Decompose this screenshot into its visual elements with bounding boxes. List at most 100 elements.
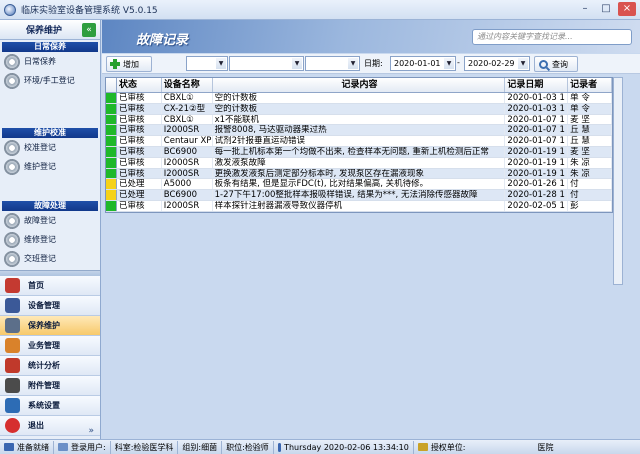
sidebar-item-shift-log[interactable]: 交班登记 (0, 249, 100, 268)
header-content[interactable]: 记录内容 (213, 78, 506, 92)
cell-user: 麦 坚 (568, 146, 612, 157)
nav-item-attachments[interactable]: 附件管理 (0, 376, 100, 396)
nav-item-maintenance[interactable]: 保养维护 (0, 316, 100, 336)
vertical-scrollbar[interactable] (613, 77, 623, 285)
cell-date: 2020-01-03 1 (505, 103, 569, 114)
window-controls: – □ × (576, 2, 636, 16)
maximize-icon[interactable]: □ (597, 2, 615, 16)
table-row[interactable]: 已审核 I2000SR 更换激发液泵后测定部分标本时, 发现泵区存在漏液现象 2020… (106, 168, 612, 180)
status-indicator (106, 136, 117, 146)
status-position-text: 职位:检验师 (226, 442, 269, 452)
cell-user: 朱 凉 (568, 168, 612, 179)
nav-label: 保养维护 (28, 321, 60, 330)
sidebar-item-daily-maintenance[interactable]: 日常保养 (0, 52, 100, 71)
add-button[interactable]: 增加 (106, 56, 152, 72)
status-dept: 科室:检验医学科 (111, 440, 179, 454)
sidebar-item-calibration-log[interactable]: 校准登记 (0, 138, 100, 157)
date-from-picker[interactable]: 2020-01-01 ▼ (390, 56, 456, 71)
table-row[interactable]: 已审核 I2000SR 报警8008, 马达驱动器果过热 2020-01-07 1丘 … (106, 125, 612, 137)
date-to-picker[interactable]: 2020-02-29 ▼ (464, 56, 530, 71)
date-to-value: 2020-02-29 (468, 59, 515, 68)
status-group-text: 组别:细菌 (182, 442, 218, 452)
nav-label: 设备管理 (28, 301, 60, 310)
sidebar-item-fault-log[interactable]: 故障登记 (0, 211, 100, 230)
header-status[interactable]: 状态 (117, 78, 162, 92)
status-datetime-text: Thursday 2020-02-06 13:34:10 (284, 442, 409, 452)
status-dept-text: 科室:检验医学科 (114, 442, 174, 452)
computer-icon (4, 443, 14, 451)
nav-label: 首页 (28, 281, 44, 290)
section-title-calibration: 维护校准 (2, 128, 98, 138)
cell-device: BC6900 (162, 146, 213, 157)
header-user[interactable]: 记录者 (568, 78, 612, 92)
combo-value (306, 59, 309, 68)
sidebar-item-label: 故障登记 (24, 216, 56, 225)
status-group: 组别:细菌 (178, 440, 223, 454)
gear-icon (4, 212, 20, 229)
status-indicator (106, 114, 117, 125)
filter-combo-1[interactable]: ▼ (186, 56, 228, 71)
cell-content: 样本探针注射器漏液导致仪器停机 (213, 200, 506, 211)
section-title-fault: 故障处理 (2, 201, 98, 211)
nav-item-equipment[interactable]: 设备管理 (0, 296, 100, 316)
status-indicator (106, 157, 117, 168)
close-icon[interactable]: × (618, 2, 636, 16)
cell-device: CX-21②型 (162, 103, 213, 114)
sidebar-item-label: 日常保养 (24, 57, 56, 66)
table-row[interactable]: 已处理 BC6900 1-27下午17:00整批样本报吸样错误, 结果为***, 无… (106, 190, 612, 201)
nav-item-home[interactable]: 首页 (0, 276, 100, 296)
cell-status: 已审核 (117, 114, 162, 125)
cell-date: 2020-01-19 1 (505, 146, 569, 157)
cell-device: I2000SR (162, 125, 213, 136)
query-button[interactable]: 查询 (534, 56, 578, 72)
status-indicator (106, 93, 117, 103)
table-row[interactable]: 已审核 I2000SR 激发液泵故障 2020-01-19 1朱 凉 (106, 157, 612, 169)
minimize-icon[interactable]: – (576, 2, 594, 16)
table-row[interactable]: 已处理 A5000 板条有结果, 但是显示FDC(t), 比对结果偏高, 关机待修。… (106, 179, 612, 191)
clock-icon (277, 442, 282, 452)
cell-user: 丘 慧 (568, 136, 612, 146)
toolbar: 增加 ▼ ▼ ▼ 日期: 2020-01-01 ▼ - 2020-02-29 ▼… (102, 54, 640, 74)
header-date[interactable]: 记录日期 (505, 78, 569, 92)
table-row[interactable]: 已审核 BC6900 每一批上机标本第一个均做不出来, 检查样本无问题, 重新上机检… (106, 146, 612, 158)
grid-area: 状态 设备名称 记录内容 记录日期 记录者 已审核 CBXL① 空的计数板 2020-… (102, 75, 640, 439)
chevron-down-icon: ▼ (292, 58, 302, 69)
nav-label: 统计分析 (28, 361, 60, 370)
nav-item-exit[interactable]: 退出 (0, 416, 100, 436)
status-position: 职位:检验师 (222, 440, 274, 454)
table-row[interactable]: 已审核 I2000SR 样本探针注射器漏液导致仪器停机 2020-02-05 1彭 (106, 200, 612, 212)
main-panel: 故障记录 通过内容关键字查找记录... 增加 ▼ ▼ ▼ 日期: 2020-01… (102, 20, 640, 439)
sidebar-item-environment-log[interactable]: 环境/手工登记 (0, 71, 100, 90)
table-row[interactable]: 已审核 Centaur XP 试剂2针报垂直运动错误 2020-01-07 1丘 慧 (106, 136, 612, 147)
sidebar-item-label: 维修登记 (24, 235, 56, 244)
nav-item-statistics[interactable]: 统计分析 (0, 356, 100, 376)
sidebar-item-repair-log[interactable]: 维修登记 (0, 230, 100, 249)
table-row[interactable]: 已审核 CBXL① x1不能联机 2020-01-07 1麦 坚 (106, 114, 612, 126)
sidebar-item-label: 校准登记 (24, 143, 56, 152)
cell-status: 已审核 (117, 157, 162, 168)
attachment-icon (5, 378, 20, 393)
nav-item-business[interactable]: 业务管理 (0, 336, 100, 356)
filter-combo-3[interactable]: ▼ (305, 56, 360, 71)
clipboard-icon (5, 338, 20, 353)
combo-value (187, 59, 190, 68)
search-input[interactable]: 通过内容关键字查找记录... (472, 29, 632, 45)
cell-user: 丘 慧 (568, 125, 612, 136)
more-chevron-icon[interactable]: » (88, 426, 94, 436)
table-header: 状态 设备名称 记录内容 记录日期 记录者 (106, 78, 612, 93)
filter-combo-2[interactable]: ▼ (229, 56, 304, 71)
sidebar-item-maintenance-log[interactable]: 维护登记 (0, 157, 100, 176)
header-device[interactable]: 设备名称 (162, 78, 213, 92)
header-indicator (106, 78, 117, 92)
query-button-label: 查询 (552, 59, 568, 69)
nav-item-settings[interactable]: 系统设置 (0, 396, 100, 416)
status-licensed-text: 授权单位: (430, 442, 466, 452)
table-row[interactable]: 已审核 CX-21②型 空的计数板 2020-01-03 1单 令 (106, 103, 612, 115)
collapse-sidebar-icon[interactable]: « (82, 23, 96, 37)
nav-label: 系统设置 (28, 401, 60, 410)
gear-icon (4, 139, 20, 156)
date-separator: - (457, 58, 460, 67)
combo-value (230, 59, 233, 68)
status-ready-text: 准备就绪 (17, 442, 49, 452)
table-row[interactable]: 已审核 CBXL① 空的计数板 2020-01-03 1单 令 (106, 93, 612, 104)
